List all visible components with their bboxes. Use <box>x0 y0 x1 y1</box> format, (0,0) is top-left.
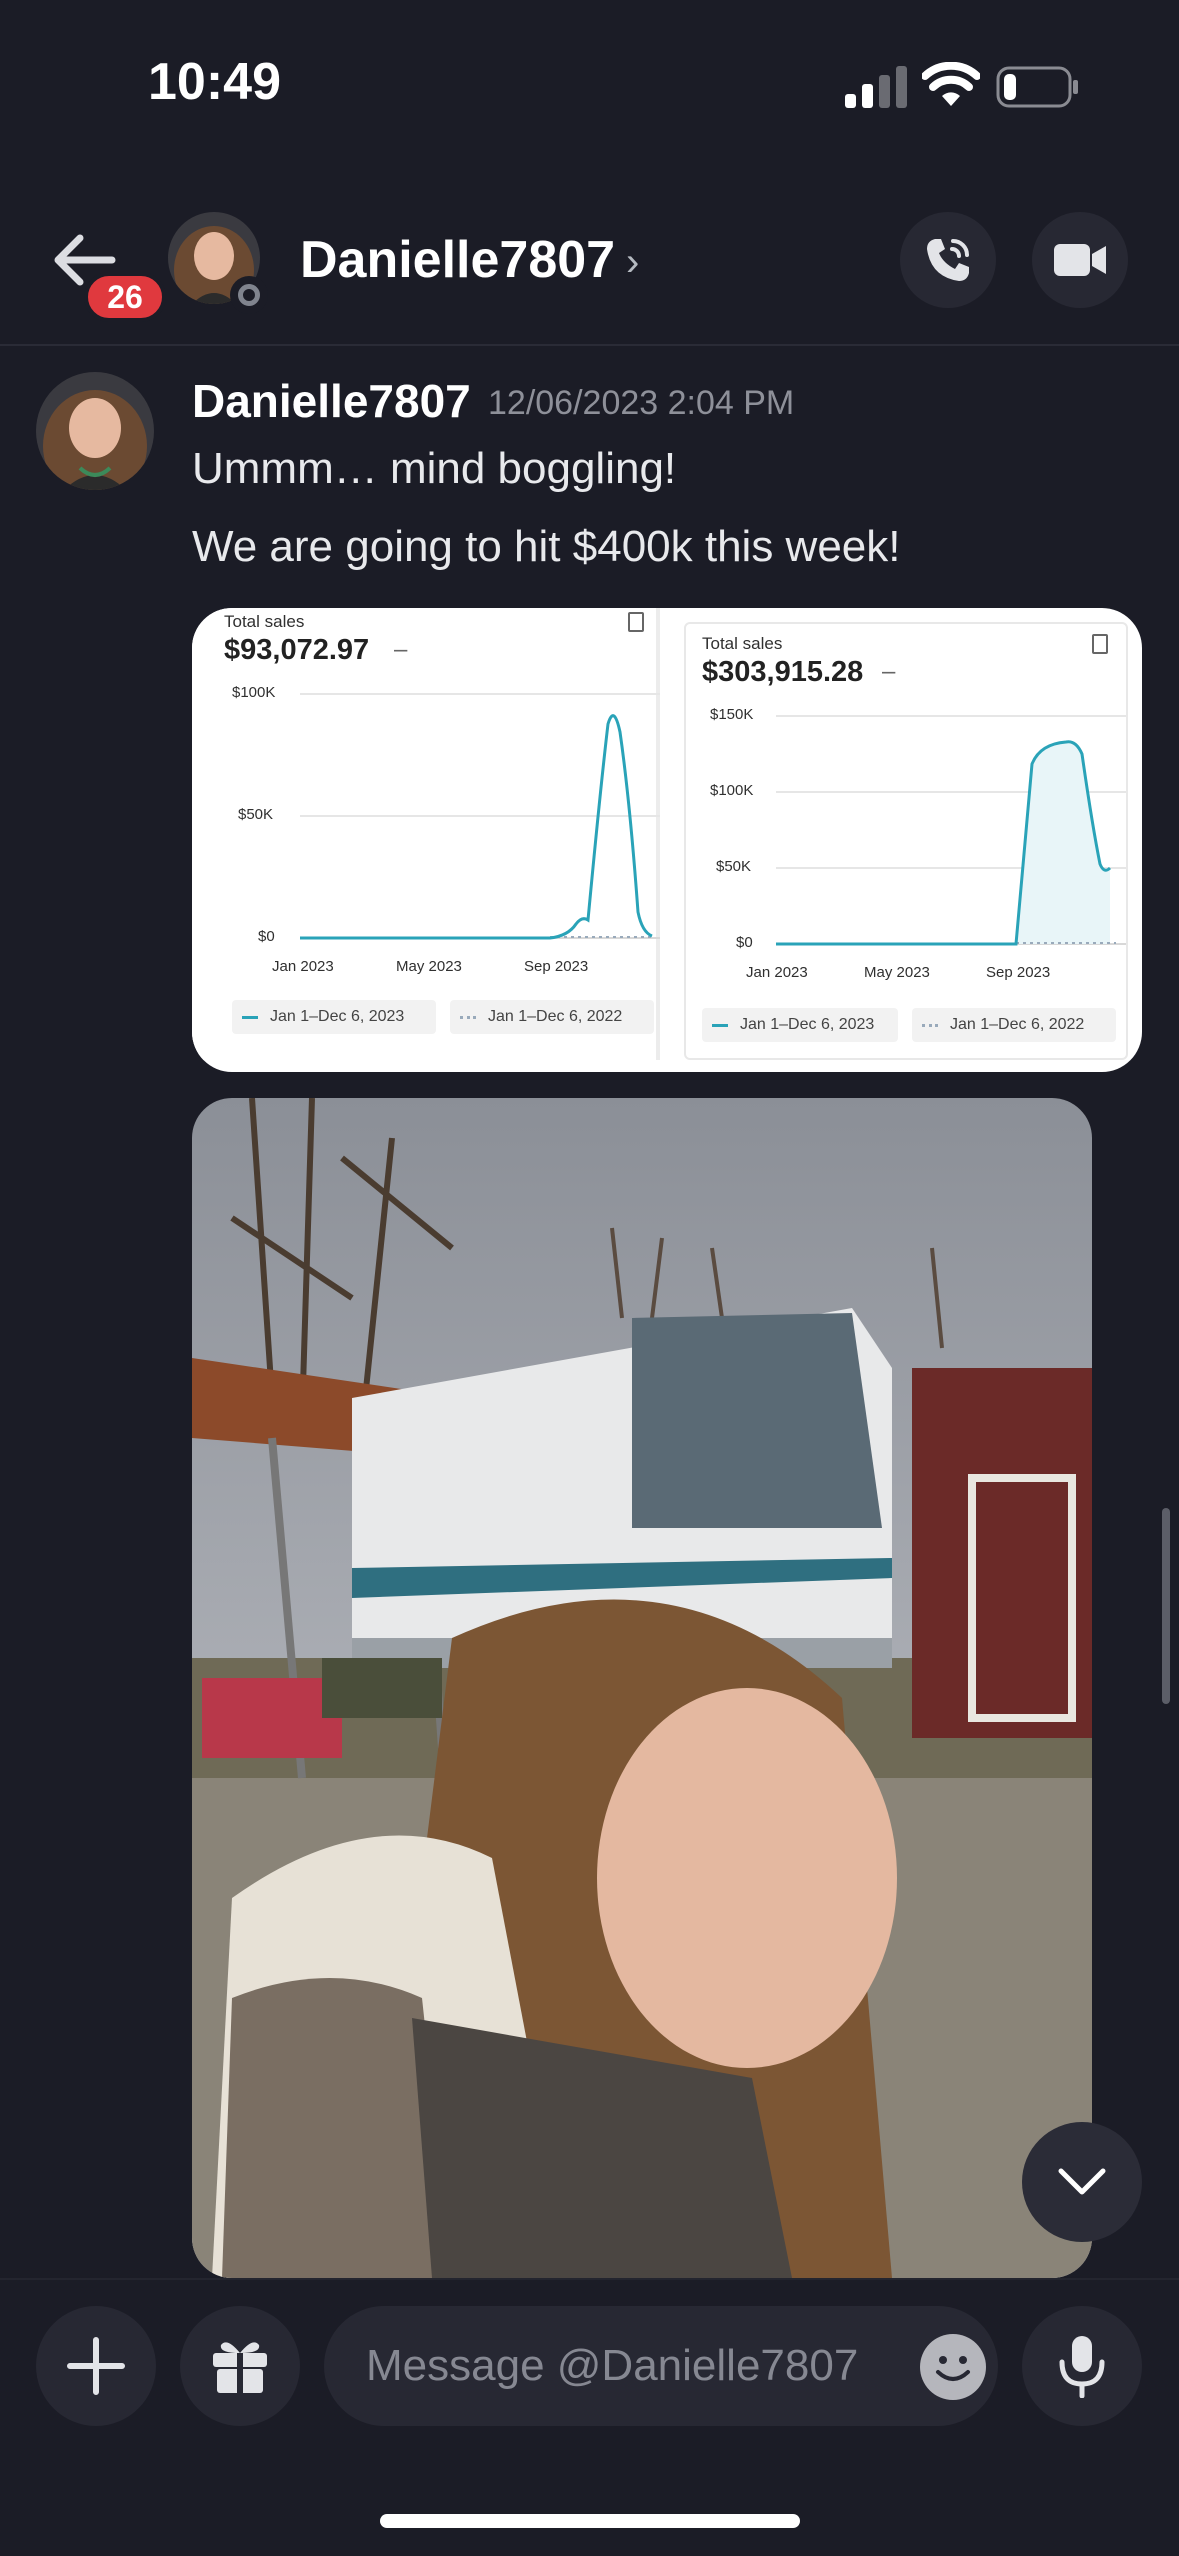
message-author-avatar[interactable] <box>36 372 154 490</box>
video-camera-icon <box>1054 244 1106 276</box>
x-tick: Sep 2023 <box>524 958 589 975</box>
legend-previous: Jan 1–Dec 6, 2022 <box>450 1000 654 1034</box>
home-indicator[interactable] <box>380 2514 800 2528</box>
plus-icon <box>67 2337 125 2395</box>
sales-panel-2023-a: Total sales $93,072.97 – $100K $50K $0 J… <box>192 608 660 1060</box>
y-tick: $50K <box>716 858 752 875</box>
x-tick: May 2023 <box>396 958 462 975</box>
video-call-button[interactable] <box>1032 212 1128 308</box>
emoji-button[interactable] <box>920 2334 986 2400</box>
y-tick: $150K <box>710 706 754 723</box>
sales-line-chart <box>776 715 1126 946</box>
panel-label: Total sales <box>224 612 305 631</box>
sales-panel-2023-b: Total sales $303,915.28 – $150K $100K $5… <box>684 622 1128 1060</box>
x-tick: Sep 2023 <box>986 964 1051 981</box>
battery-icon <box>996 66 1078 108</box>
y-tick: $0 <box>258 928 275 945</box>
voice-call-button[interactable] <box>900 212 996 308</box>
x-tick: Jan 2023 <box>272 958 334 975</box>
document-icon <box>1092 634 1108 654</box>
voice-message-button[interactable] <box>1022 2306 1142 2426</box>
sales-screenshot-attachment[interactable]: Total sales $93,072.97 – $100K $50K $0 J… <box>192 608 1142 1072</box>
y-tick: $100K <box>710 782 754 799</box>
cellular-signal-icon <box>845 66 907 108</box>
legend-current: Jan 1–Dec 6, 2023 <box>232 1000 436 1034</box>
legend-current: Jan 1–Dec 6, 2023 <box>702 1008 898 1042</box>
conversation-title[interactable]: Danielle7807 <box>300 230 615 290</box>
panel-amount: $93,072.97 <box>224 634 370 666</box>
jump-to-latest-button[interactable] <box>1022 2122 1142 2242</box>
microphone-icon <box>1059 2336 1105 2398</box>
phone-icon <box>927 239 969 281</box>
status-time: 10:49 <box>148 53 281 111</box>
chevron-down-icon <box>1058 2168 1106 2195</box>
offline-status-icon <box>230 276 268 314</box>
unread-count-badge: 26 <box>84 272 166 322</box>
message-input-wrapper <box>324 2306 998 2426</box>
panel-label: Total sales <box>702 634 783 653</box>
message-input[interactable] <box>366 2341 886 2391</box>
gift-button[interactable] <box>180 2306 300 2426</box>
message-text: Ummm… mind boggling! <box>192 444 677 493</box>
panel-amount: $303,915.28 <box>702 656 864 688</box>
sales-line-chart <box>300 693 660 940</box>
panel-dash: – <box>882 658 896 685</box>
chevron-right-icon[interactable]: › <box>626 240 639 285</box>
x-tick: May 2023 <box>864 964 930 981</box>
legend-previous: Jan 1–Dec 6, 2022 <box>912 1008 1116 1042</box>
document-icon <box>628 612 644 632</box>
message-text: We are going to hit $400k this week! <box>192 522 901 571</box>
message-timestamp: 12/06/2023 2:04 PM <box>488 384 795 422</box>
emoji-icon <box>936 2356 970 2381</box>
x-tick: Jan 2023 <box>746 964 808 981</box>
y-tick: $0 <box>736 934 753 951</box>
wifi-icon <box>922 62 980 106</box>
y-tick: $50K <box>238 806 274 823</box>
add-attachment-button[interactable] <box>36 2306 156 2426</box>
scrollbar[interactable] <box>1162 1508 1170 1704</box>
gift-icon <box>213 2342 267 2393</box>
rv-selfie-photo[interactable] <box>192 1098 1092 2278</box>
message-author[interactable]: Danielle7807 <box>192 374 471 428</box>
panel-dash: – <box>394 636 408 663</box>
y-tick: $100K <box>232 684 276 701</box>
